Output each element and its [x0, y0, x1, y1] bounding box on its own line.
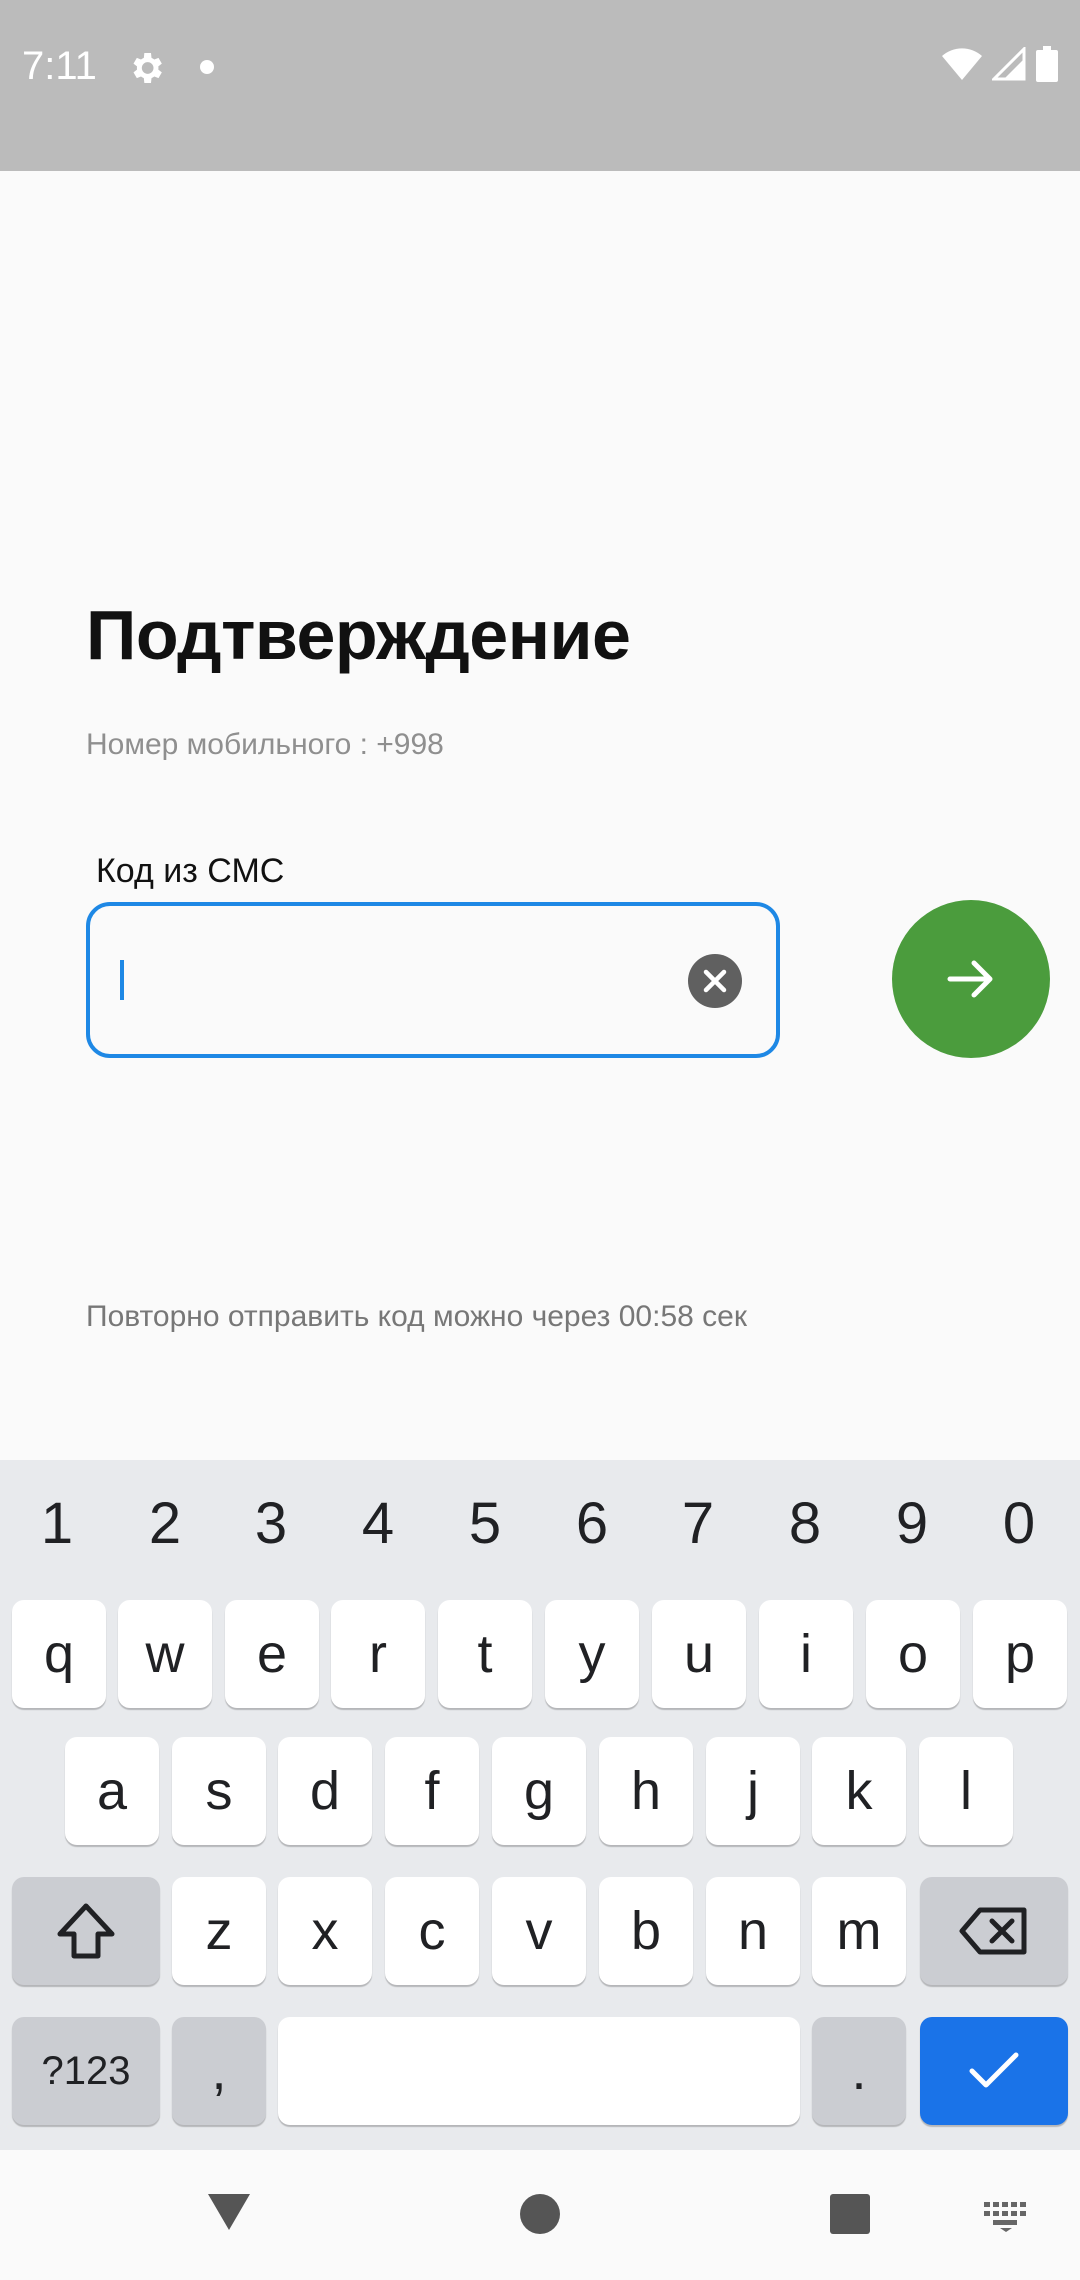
key-g[interactable]: g	[492, 1737, 586, 1845]
home-icon[interactable]	[518, 2192, 562, 2236]
key-m[interactable]: m	[812, 1877, 906, 1985]
symbols-key[interactable]: ?123	[12, 2017, 160, 2125]
key-y[interactable]: y	[545, 1600, 639, 1708]
key-8[interactable]: 8	[760, 1490, 850, 1557]
key-c[interactable]: c	[385, 1877, 479, 1985]
key-n[interactable]: n	[706, 1877, 800, 1985]
navigation-bar	[0, 2150, 1080, 2280]
arrow-right-icon	[947, 960, 993, 998]
key-p[interactable]: p	[973, 1600, 1067, 1708]
text-caret	[120, 960, 124, 1000]
status-icons	[942, 46, 1058, 82]
key-7[interactable]: 7	[653, 1490, 743, 1557]
phone-number-label: Номер мобильного : +998	[86, 728, 444, 761]
key-x[interactable]: x	[278, 1877, 372, 1985]
key-1[interactable]: 1	[12, 1490, 102, 1557]
key-e[interactable]: e	[225, 1600, 319, 1708]
key-h[interactable]: h	[599, 1737, 693, 1845]
key-v[interactable]: v	[492, 1877, 586, 1985]
key-s[interactable]: s	[172, 1737, 266, 1845]
key-9[interactable]: 9	[867, 1490, 957, 1557]
key-r[interactable]: r	[331, 1600, 425, 1708]
period-key[interactable]: .	[812, 2017, 906, 2125]
sms-code-field[interactable]	[86, 902, 780, 1058]
key-q[interactable]: q	[12, 1600, 106, 1708]
submit-button[interactable]	[892, 900, 1050, 1058]
key-j[interactable]: j	[706, 1737, 800, 1845]
shift-icon	[57, 1903, 115, 1959]
key-w[interactable]: w	[118, 1600, 212, 1708]
key-b[interactable]: b	[599, 1877, 693, 1985]
resend-timer-text: Повторно отправить код можно через 00:58…	[86, 1300, 747, 1333]
key-f[interactable]: f	[385, 1737, 479, 1845]
sms-code-label: Код из СМС	[96, 852, 285, 890]
key-a[interactable]: a	[65, 1737, 159, 1845]
notification-dot	[200, 60, 214, 74]
verification-screen	[0, 171, 1080, 1460]
number-row: 1 2 3 4 5 6 7 8 9 0	[0, 1490, 1080, 1560]
key-2[interactable]: 2	[120, 1490, 210, 1557]
space-key[interactable]	[278, 2017, 800, 2125]
page-title: Подтверждение	[86, 596, 631, 674]
sms-code-input[interactable]	[116, 936, 656, 1024]
recents-icon[interactable]	[830, 2194, 870, 2234]
keyboard-icon[interactable]	[984, 2202, 1028, 2232]
key-z[interactable]: z	[172, 1877, 266, 1985]
soft-keyboard: 1 2 3 4 5 6 7 8 9 0 q w e r t y u i o p …	[0, 1460, 1080, 2150]
check-icon	[969, 2052, 1019, 2088]
key-6[interactable]: 6	[547, 1490, 637, 1557]
battery-icon	[1036, 46, 1058, 82]
status-time: 7:11	[22, 44, 97, 88]
clear-button[interactable]	[688, 954, 742, 1008]
enter-key[interactable]	[920, 2017, 1068, 2125]
key-5[interactable]: 5	[440, 1490, 530, 1557]
status-bar: 7:11	[0, 0, 1080, 171]
key-d[interactable]: d	[278, 1737, 372, 1845]
gear-icon	[133, 53, 162, 83]
key-0[interactable]: 0	[974, 1490, 1064, 1557]
key-o[interactable]: o	[866, 1600, 960, 1708]
key-i[interactable]: i	[759, 1600, 853, 1708]
wifi-icon	[942, 48, 982, 80]
comma-key[interactable]: ,	[172, 2017, 266, 2125]
back-icon[interactable]	[204, 2190, 254, 2234]
shift-key[interactable]	[12, 1877, 160, 1985]
key-t[interactable]: t	[438, 1600, 532, 1708]
key-3[interactable]: 3	[226, 1490, 316, 1557]
backspace-key[interactable]	[920, 1877, 1068, 1985]
key-l[interactable]: l	[919, 1737, 1013, 1845]
key-u[interactable]: u	[652, 1600, 746, 1708]
key-k[interactable]: k	[812, 1737, 906, 1845]
clear-icon	[703, 969, 727, 993]
signal-icon	[992, 47, 1026, 81]
key-4[interactable]: 4	[333, 1490, 423, 1557]
backspace-icon	[959, 1907, 1027, 1955]
